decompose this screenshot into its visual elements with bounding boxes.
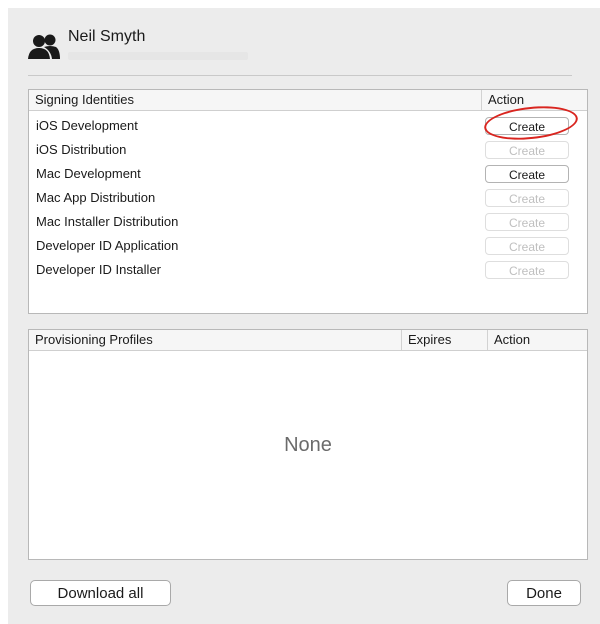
create-mac-app-distribution-button: Create <box>485 189 569 207</box>
column-header-signing-identities[interactable]: Signing Identities <box>29 90 134 110</box>
identity-label: iOS Distribution <box>36 142 127 157</box>
table-row[interactable]: Developer ID Application Create <box>29 234 587 258</box>
identity-label: Developer ID Installer <box>36 262 161 277</box>
column-header-action[interactable]: Action <box>487 330 530 350</box>
table-row[interactable]: Mac App Distribution Create <box>29 186 587 210</box>
download-all-button[interactable]: Download all <box>30 580 171 606</box>
identity-label: Mac App Distribution <box>36 190 156 205</box>
create-ios-development-button[interactable]: Create <box>485 117 569 135</box>
empty-state-text: None <box>284 434 332 456</box>
identity-label: Developer ID Application <box>36 238 179 253</box>
done-button[interactable]: Done <box>507 580 581 606</box>
column-header-provisioning-profiles[interactable]: Provisioning Profiles <box>29 330 153 350</box>
signing-identities-table: Signing Identities Action iOS Developmen… <box>28 89 588 314</box>
table-row[interactable]: Mac Installer Distribution Create <box>29 210 587 234</box>
identity-label: iOS Development <box>36 118 138 133</box>
create-developer-id-installer-button: Create <box>485 261 569 279</box>
table-row[interactable]: Developer ID Installer Create <box>29 258 587 282</box>
table-row[interactable]: Mac Development Create <box>29 162 587 186</box>
column-header-action[interactable]: Action <box>481 90 524 110</box>
table-row[interactable]: iOS Development Create <box>29 114 587 138</box>
identity-label: Mac Development <box>36 166 141 181</box>
column-header-expires[interactable]: Expires <box>401 330 451 350</box>
table-row[interactable]: iOS Distribution Create <box>29 138 587 162</box>
create-mac-development-button[interactable]: Create <box>485 165 569 183</box>
identities-table-header: Signing Identities Action <box>29 90 587 111</box>
provisioning-profiles-table: Provisioning Profiles Expires Action Non… <box>28 329 588 560</box>
users-icon <box>28 34 60 59</box>
user-name: Neil Smyth <box>68 28 146 45</box>
user-subtitle-redacted <box>68 52 248 60</box>
header-separator <box>28 75 572 76</box>
create-developer-id-application-button: Create <box>485 237 569 255</box>
create-ios-distribution-button: Create <box>485 141 569 159</box>
create-mac-installer-distribution-button: Create <box>485 213 569 231</box>
profiles-table-header: Provisioning Profiles Expires Action <box>29 330 587 351</box>
identity-label: Mac Installer Distribution <box>36 214 179 229</box>
